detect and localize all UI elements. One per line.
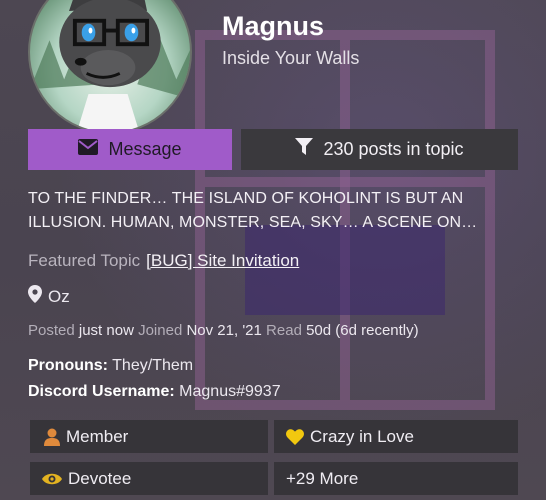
user-icon [44,428,60,446]
message-button[interactable]: Message [28,129,232,170]
filter-posts-button[interactable]: 230 posts in topic [241,129,518,170]
pronouns-label: Pronouns: [28,357,108,374]
filter-icon [295,138,314,161]
map-marker-icon [28,285,42,308]
more-badges-label: +29 More [286,468,359,488]
read-value: 50d (6d recently) [306,322,419,339]
location-text: Oz [48,286,70,306]
user-activity-meta: Posted just now Joined Nov 21, '21 Read … [28,322,419,339]
pronouns-value: They/Them [112,357,194,374]
badge-member[interactable]: Member [30,420,268,453]
badge-label: Member [66,426,129,446]
posted-value: just now [78,322,134,339]
discord-label: Discord Username: [28,383,175,400]
user-location: Oz [28,285,70,308]
featured-topic-link[interactable]: [BUG] Site Invitation [146,251,299,270]
joined-label: Joined [138,322,183,339]
badge-label: Devotee [68,468,132,488]
discord-field: Discord Username: Magnus#9937 [28,383,281,401]
eye-icon [42,472,62,486]
user-bio: TO THE FINDER… THE ISLAND OF KOHOLINT IS… [28,190,478,231]
featured-topic-label: Featured Topic [28,251,141,270]
message-button-label: Message [108,139,182,159]
pronouns-field: Pronouns: They/Them [28,357,193,375]
posted-label: Posted [28,322,75,339]
read-label: Read [266,322,302,339]
heart-icon [286,428,304,445]
featured-topic: Featured Topic [BUG] Site Invitation [28,251,299,271]
badge-label: Crazy in Love [310,426,414,446]
filter-posts-label: 230 posts in topic [323,139,464,159]
envelope-icon [78,139,99,160]
more-badges-button[interactable]: +29 More [274,462,518,495]
badge-crazy-in-love[interactable]: Crazy in Love [274,420,518,453]
user-name[interactable]: Magnus [222,11,324,42]
discord-value: Magnus#9937 [179,383,281,400]
user-title: Inside Your Walls [222,48,360,68]
joined-value: Nov 21, '21 [186,322,262,339]
badge-devotee[interactable]: Devotee [30,462,268,495]
